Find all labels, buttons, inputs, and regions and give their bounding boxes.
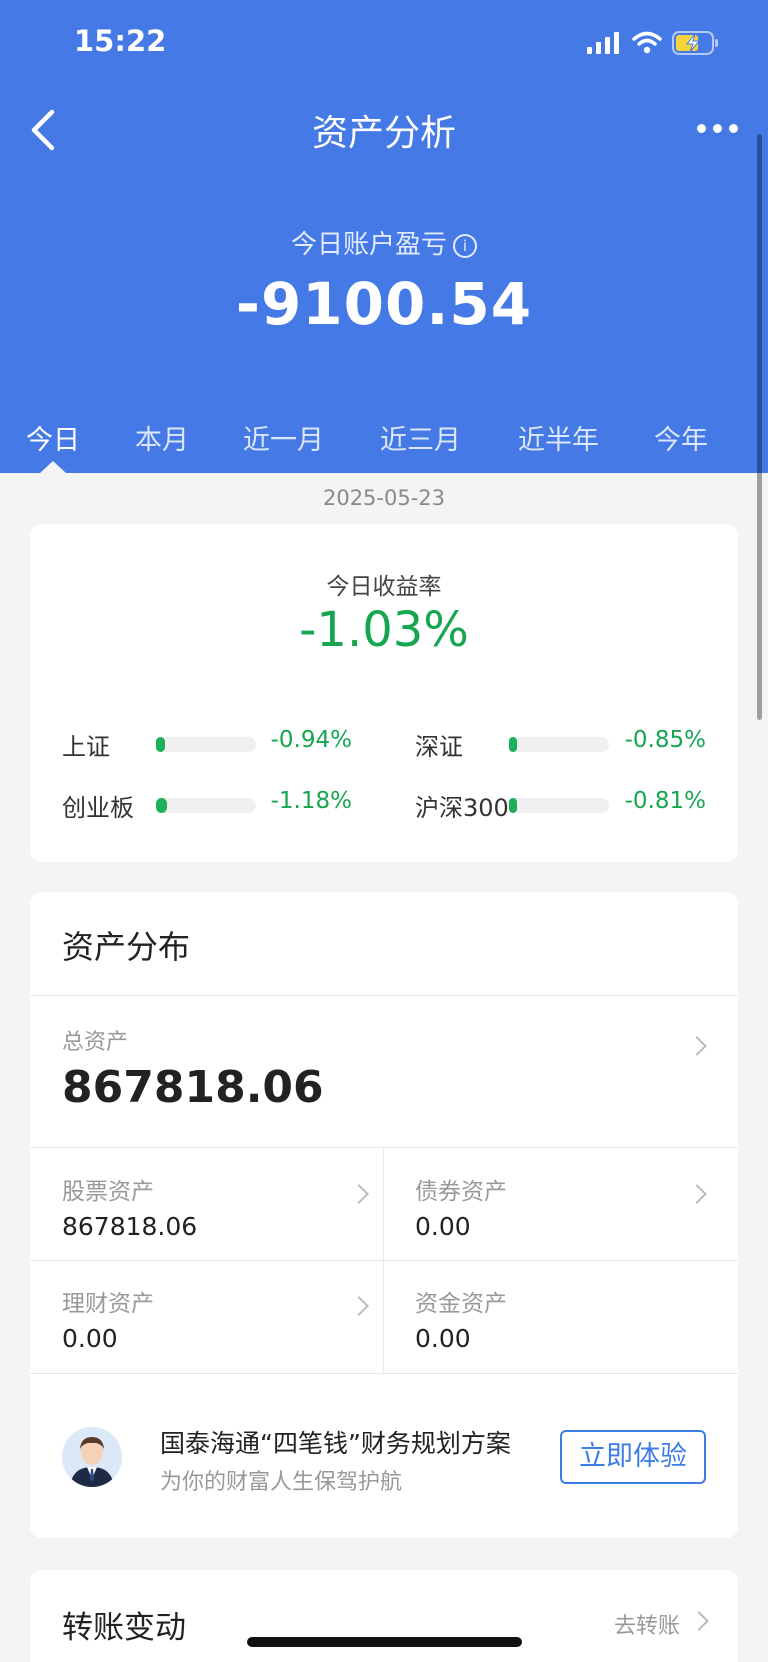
chevron-right-icon [687,1036,707,1056]
index-row-shanghai: 上证 -0.94% [62,727,352,761]
index-row-csi300: 沪深300 -0.81% [415,788,706,822]
active-tab-indicator [40,461,66,473]
wealth-management-assets-label: 理财资产 [62,1291,154,1317]
period-tabs: 今日 本月 近一月 近三月 近半年 今年 [0,418,768,458]
transfer-title: 转账变动 [62,1610,186,1646]
chevron-right-icon[interactable] [689,1611,709,1631]
advisor-avatar [62,1427,122,1487]
more-dot-icon [729,124,738,133]
index-value: -0.94% [270,727,352,753]
divider [30,1373,738,1374]
divider [30,1260,738,1261]
cash-assets-label: 资金资产 [415,1291,507,1317]
tab-this-month[interactable]: 本月 [135,418,189,457]
wifi-icon [632,31,662,54]
index-name: 沪深300 [415,794,509,822]
index-bar-fill [156,737,165,752]
divider [30,1147,738,1148]
transfer-card: 转账变动 去转账 [30,1570,738,1662]
cash-assets-value: 0.00 [415,1324,471,1353]
date-label: 2025-05-23 [322,486,446,510]
divider [30,995,738,996]
promo-subtitle: 为你的财富人生保驾护航 [160,1470,403,1495]
tab-last-month[interactable]: 近一月 [243,418,324,457]
yield-card: 今日收益率 -1.03% 上证 -0.94% 深证 -0.85% 创业板 -1.… [30,524,738,862]
yield-value: -1.03% [299,602,469,658]
bond-assets-value: 0.00 [415,1212,471,1241]
total-assets-label: 总资产 [62,1030,129,1055]
pnl-label: 今日账户盈亏 i [0,224,768,261]
index-value: -0.85% [624,727,706,753]
chevron-right-icon [349,1184,369,1204]
yield-label: 今日收益率 [326,574,442,600]
go-transfer-link[interactable]: 去转账 [614,1608,680,1640]
wealth-management-assets-value: 0.00 [62,1324,118,1353]
advisor-avatar-icon [62,1427,122,1487]
column-divider [383,1147,384,1373]
index-bar-fill [509,737,517,752]
tab-this-year[interactable]: 今年 [654,418,708,457]
index-name: 上证 [62,733,110,761]
pnl-value: -9100.54 [235,270,533,338]
info-icon[interactable]: i [453,234,477,258]
pnl-label-text: 今日账户盈亏 [290,230,447,260]
scrollbar[interactable] [757,134,762,720]
try-now-button[interactable]: 立即体验 [560,1430,706,1484]
header-hero: 15:22 资产分析 今日账户盈亏 i -9100.54 今日 本月 近一月 近… [0,0,768,473]
index-value: -0.81% [624,788,706,814]
signal-icon [587,32,619,54]
more-dot-icon [697,124,706,133]
asset-distribution-card: 资产分布 总资产 867818.06 股票资产 867818.06 债券资产 0… [30,892,738,1538]
index-row-shenzhen: 深证 -0.85% [415,727,706,761]
index-value: -1.18% [270,788,352,814]
page-title: 资产分析 [311,113,456,154]
total-assets-value: 867818.06 [62,1062,324,1113]
index-bar [509,798,609,813]
index-name: 深证 [415,733,463,761]
index-name: 创业板 [62,794,134,822]
status-icons [586,30,720,56]
chevron-right-icon [687,1184,707,1204]
index-bar [156,737,256,752]
tab-today[interactable]: 今日 [26,418,80,457]
more-dot-icon [713,124,722,133]
stock-assets-label: 股票资产 [62,1179,154,1205]
stock-assets-value: 867818.06 [62,1212,198,1241]
more-button[interactable] [697,124,738,133]
index-bar-fill [156,798,167,813]
status-time: 15:22 [74,24,167,58]
home-indicator[interactable] [247,1637,522,1647]
tab-last-three-months[interactable]: 近三月 [380,418,461,457]
battery-icon [672,31,718,55]
promo-title: 国泰海通“四笔钱”财务规划方案 [160,1429,511,1458]
chevron-right-icon [349,1296,369,1316]
index-bar [156,798,256,813]
index-bar-fill [509,798,517,813]
index-bar [509,737,609,752]
tab-last-half-year[interactable]: 近半年 [518,418,599,457]
asset-distribution-title: 资产分布 [62,928,191,966]
bond-assets-label: 债券资产 [415,1179,507,1205]
index-row-chinext: 创业板 -1.18% [62,788,352,822]
